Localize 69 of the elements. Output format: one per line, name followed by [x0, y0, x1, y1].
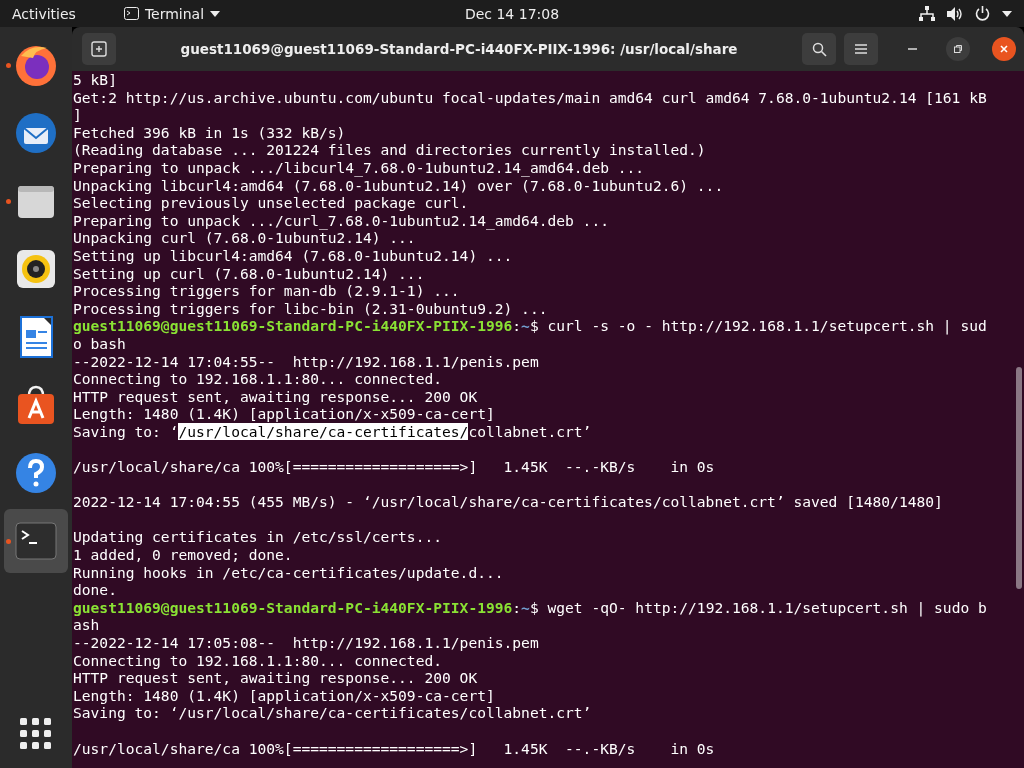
caret-icon [210, 10, 221, 17]
terminal-text: ] [73, 106, 82, 124]
terminal-text: Processing triggers for man-db (2.9.1-1) ... [73, 282, 460, 300]
terminal-text: Connecting to 192.168.1.1:80... connected. [73, 651, 443, 669]
close-button[interactable] [992, 37, 1016, 61]
terminal-text: Get:2 http://us.archive.ubuntu.com/ubuntu focal-updates/main amd64 curl amd64 7.68.0-1ubuntu2.14 [161 kB [73, 88, 987, 106]
restore-icon [953, 44, 963, 54]
terminal-text: Preparing to unpack .../libcurl4_7.68.0-1ubuntu2.14_amd64.deb ... [73, 158, 645, 176]
terminal-text: Running hooks in /etc/ca-certificates/update.d... [73, 563, 504, 581]
terminal-text: Preparing to unpack .../curl_7.68.0-1ubuntu2.14_amd64.deb ... [73, 211, 609, 229]
terminal-text: $ curl -s -o - http://192.168.1.1/setupcert.sh | sud [529, 317, 987, 335]
terminal-icon [123, 7, 139, 20]
app-menu[interactable]: Terminal [123, 5, 221, 22]
new-tab-button[interactable] [82, 33, 116, 65]
power-icon[interactable] [975, 6, 990, 21]
terminal-text: Fetched 396 kB in 1s (332 kB/s) [73, 123, 346, 141]
prompt-user: guest11069@guest11069-Standard-PC-i440FX-PIIX-1996 [73, 317, 513, 335]
terminal-text: 2022-12-14 17:04:55 (455 MB/s) - ‘/usr/local/share/ca-certificates/collabnet.crt’ saved [1480/1480] [73, 493, 943, 511]
bird-envelope-icon[interactable] [13, 110, 59, 156]
activities-button[interactable]: Activities [12, 5, 76, 22]
terminal-text: HTTP request sent, awaiting response... 200 OK [73, 387, 478, 405]
terminal-text: /usr/local/share/ca 100%[===================>] 1.45K --.-KB/s in 0s [73, 458, 715, 476]
terminal-text: Length: 1480 (1.4K) [application/x-x509-ca-cert] [73, 686, 495, 704]
search-icon [811, 41, 827, 57]
terminal-text: ash [73, 616, 100, 634]
plus-square-icon [91, 41, 107, 57]
terminal-text: done. [73, 581, 117, 599]
terminal-text: Unpacking libcurl4:amd64 (7.68.0-1ubuntu2.14) over (7.68.0-1ubuntu2.6) ... [73, 176, 724, 194]
terminal-text: 1 added, 0 removed; done. [73, 546, 293, 564]
help-icon[interactable] [13, 450, 59, 496]
dock-item-highlight[interactable] [4, 509, 68, 573]
clock[interactable]: Dec 14 17:08 [464, 5, 560, 22]
terminal-text: (Reading database ... 201224 files and directories currently installed.) [73, 141, 706, 159]
terminal-text: Processing triggers for libc-bin (2.31-0ubuntu9.2) ... [73, 299, 548, 317]
terminal-text: : [512, 317, 522, 335]
minimize-icon [907, 48, 917, 50]
terminal-text: --2022-12-14 17:04:55-- http://192.168.1.1/penis.pem [73, 352, 539, 370]
menu-icon [854, 43, 868, 55]
selected-text: /usr/local/share/ca-certificates/ [178, 422, 469, 440]
app-grid-icon[interactable] [20, 718, 52, 750]
close-icon [999, 44, 1009, 54]
prompt-user: guest11069@guest11069-Standard-PC-i440FX-PIIX-1996 [73, 598, 513, 616]
window-title: guest11069@guest11069-Standard-PC-i440FX-PIIX-1996: /usr/local/share [179, 41, 739, 57]
terminal-text: : [512, 598, 522, 616]
terminal-text: Setting up libcurl4:amd64 (7.68.0-1ubuntu2.14) ... [73, 246, 513, 264]
prompt-path: ~ [521, 317, 530, 335]
terminal-text: o bash [73, 334, 126, 352]
network-icon[interactable] [919, 6, 935, 21]
terminal-text: Selecting previously unselected package curl. [73, 194, 469, 212]
terminal-text: Updating certificates in /etc/ssl/certs... [73, 528, 443, 546]
terminal-text: collabnet.crt’ [468, 422, 592, 440]
terminal-text: HTTP request sent, awaiting response... 200 OK [73, 669, 478, 687]
terminal-text: 5 kB] [73, 71, 117, 88]
terminal-text: Unpacking curl (7.68.0-1ubuntu2.14) ... [73, 229, 416, 247]
search-button[interactable] [802, 33, 836, 65]
terminal-text: Saving to: ‘/usr/local/share/ca-certificates/collabnet.crt’ [73, 704, 592, 722]
terminal-text: Setting up curl (7.68.0-1ubuntu2.14) ... [73, 264, 425, 282]
menu-button[interactable] [844, 33, 878, 65]
terminal-text: --2022-12-14 17:05:08-- http://192.168.1.1/penis.pem [73, 634, 539, 651]
terminal-text: $ wget -qO- http://192.168.1.1/setupcert.sh | sudo b [529, 598, 987, 616]
terminal-text: Length: 1480 (1.4K) [application/x-x509-ca-cert] [73, 405, 495, 423]
terminal-text: /usr/local/share/ca 100%[===================>] 1.45K --.-KB/s in 0s [73, 739, 715, 757]
volume-icon[interactable] [947, 6, 963, 21]
prompt-path: ~ [521, 598, 530, 616]
scrollbar-thumb[interactable] [1016, 367, 1022, 589]
terminal-text: Connecting to 192.168.1.1:80... connected. [73, 370, 443, 388]
restore-button[interactable] [946, 37, 970, 61]
caret-icon[interactable] [1002, 10, 1012, 17]
terminal-text: Saving to: ‘ [73, 422, 179, 440]
